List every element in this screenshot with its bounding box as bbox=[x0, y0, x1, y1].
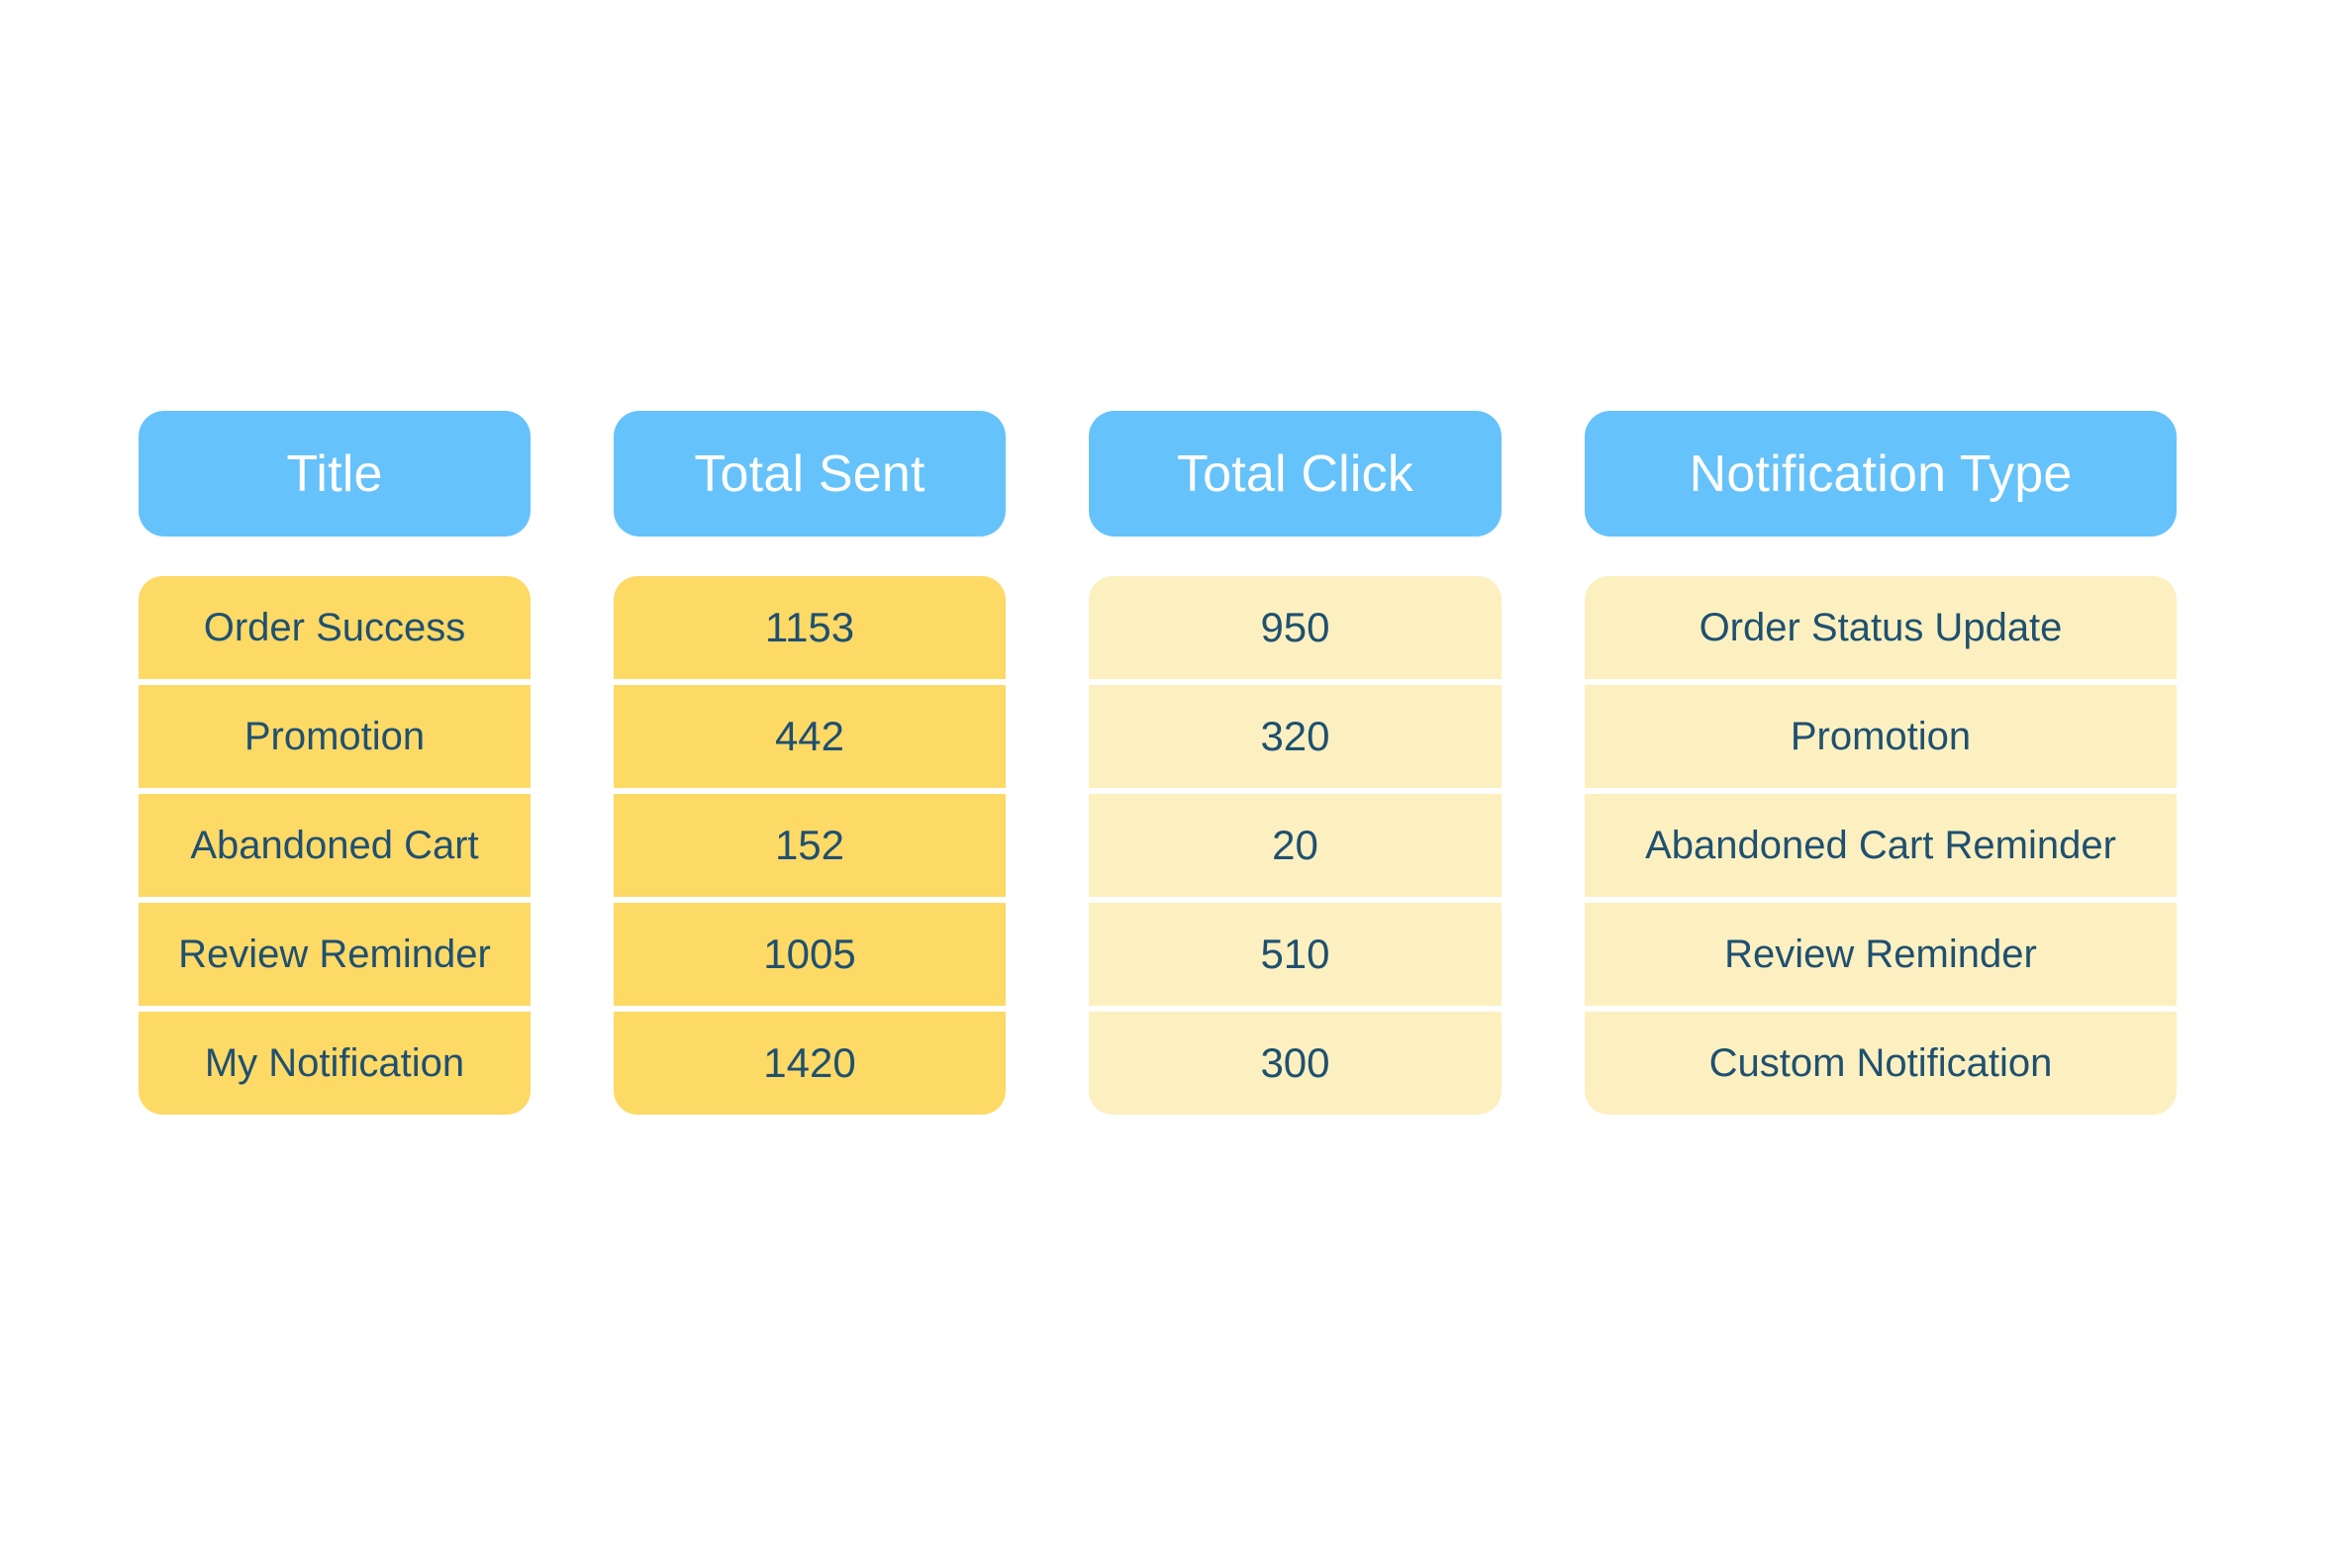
cell-text: Order Success bbox=[203, 606, 466, 649]
column-body-notification-type: Order Status Update Promotion Abandoned … bbox=[1585, 576, 2177, 1115]
column-header-label: Total Click bbox=[1176, 444, 1414, 503]
table-cell[interactable]: Abandoned Cart Reminder bbox=[1585, 794, 2177, 897]
cell-text: 320 bbox=[1260, 713, 1330, 759]
cell-text: 1153 bbox=[764, 604, 855, 650]
cell-text: Promotion bbox=[243, 715, 426, 758]
table-cell[interactable]: 152 bbox=[614, 794, 1006, 897]
column-header-title[interactable]: Title bbox=[139, 411, 531, 537]
column-body-title: Order Success Promotion Abandoned Cart R… bbox=[139, 576, 531, 1115]
cell-text: Promotion bbox=[1790, 715, 1972, 758]
column-header-notification-type[interactable]: Notification Type bbox=[1585, 411, 2177, 537]
table-cell[interactable]: Abandoned Cart bbox=[139, 794, 531, 897]
column-body-total-sent: 1153 442 152 1005 1420 bbox=[614, 576, 1006, 1115]
cell-text: 1420 bbox=[763, 1039, 856, 1086]
cell-text: Custom Notification bbox=[1708, 1041, 2053, 1085]
cell-text: Review Reminder bbox=[178, 932, 491, 976]
cell-text: My Notification bbox=[204, 1041, 465, 1085]
cell-text: 300 bbox=[1260, 1039, 1330, 1086]
cell-text: Review Reminder bbox=[1724, 932, 2037, 976]
table-cell[interactable]: Promotion bbox=[139, 685, 531, 788]
table-cell[interactable]: Order Success bbox=[139, 576, 531, 679]
cell-text: 20 bbox=[1272, 822, 1318, 868]
table-grid: Title Total Sent Total Click Notificatio… bbox=[139, 411, 2195, 1115]
cell-text: 510 bbox=[1260, 931, 1330, 977]
table-cell[interactable]: Review Reminder bbox=[1585, 903, 2177, 1006]
cell-text: Abandoned Cart Reminder bbox=[1645, 824, 2116, 867]
column-header-total-sent[interactable]: Total Sent bbox=[614, 411, 1006, 537]
table-cell[interactable]: 442 bbox=[614, 685, 1006, 788]
table-cell[interactable]: 320 bbox=[1089, 685, 1502, 788]
cell-text: 152 bbox=[774, 822, 845, 868]
cell-text: Abandoned Cart bbox=[190, 824, 479, 867]
table-cell[interactable]: Review Reminder bbox=[139, 903, 531, 1006]
cell-text: Order Status Update bbox=[1699, 606, 2063, 649]
cell-text: 1005 bbox=[763, 931, 856, 977]
column-header-label: Notification Type bbox=[1689, 444, 2073, 503]
column-header-label: Total Sent bbox=[694, 444, 925, 503]
column-header-label: Title bbox=[286, 444, 383, 503]
cell-text: 442 bbox=[774, 713, 845, 759]
table-cell[interactable]: 1420 bbox=[614, 1012, 1006, 1115]
table-cell[interactable]: Custom Notification bbox=[1585, 1012, 2177, 1115]
table-cell[interactable]: 1153 bbox=[614, 576, 1006, 679]
table-cell[interactable]: My Notification bbox=[139, 1012, 531, 1115]
table-cell[interactable]: Order Status Update bbox=[1585, 576, 2177, 679]
column-body-total-click: 950 320 20 510 300 bbox=[1089, 576, 1502, 1115]
table-cell[interactable]: 510 bbox=[1089, 903, 1502, 1006]
table-cell[interactable]: 20 bbox=[1089, 794, 1502, 897]
table-cell[interactable]: 1005 bbox=[614, 903, 1006, 1006]
table-cell[interactable]: Promotion bbox=[1585, 685, 2177, 788]
column-header-total-click[interactable]: Total Click bbox=[1089, 411, 1502, 537]
table-cell[interactable]: 300 bbox=[1089, 1012, 1502, 1115]
cell-text: 950 bbox=[1260, 604, 1330, 650]
notification-stats-table: Title Total Sent Total Click Notificatio… bbox=[139, 411, 2195, 1115]
table-cell[interactable]: 950 bbox=[1089, 576, 1502, 679]
